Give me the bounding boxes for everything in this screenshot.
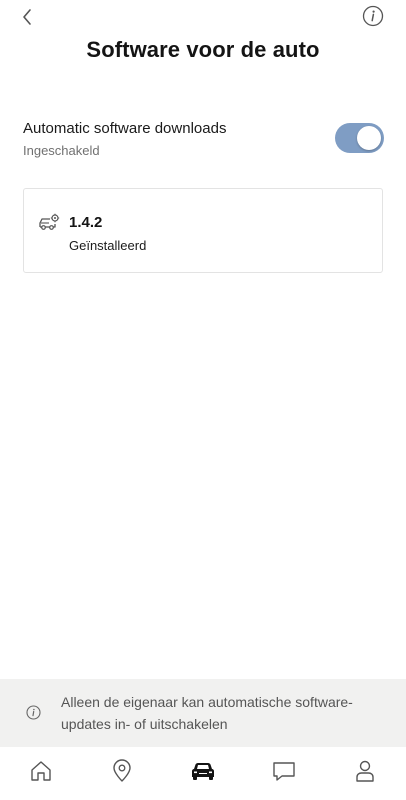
nav-map[interactable] [108, 757, 136, 785]
notice-text: Alleen de eigenaar kan automatische soft… [61, 694, 353, 732]
nav-car[interactable] [189, 757, 217, 785]
person-icon [356, 760, 374, 782]
info-button[interactable] [362, 5, 384, 27]
top-bar [0, 0, 406, 32]
software-version-card: 1.4.2 Geïnstalleerd [23, 188, 383, 273]
toggle-knob [357, 126, 381, 150]
location-pin-icon [113, 759, 131, 782]
back-button[interactable] [14, 4, 40, 30]
owner-notice-banner: Alleen de eigenaar kan automatische soft… [0, 679, 406, 747]
nav-profile[interactable] [351, 757, 379, 785]
chevron-left-icon [23, 9, 31, 25]
home-icon [31, 761, 51, 781]
setting-status: Ingeschakeld [23, 143, 100, 158]
chat-bubble-icon [273, 762, 295, 781]
info-icon [26, 705, 41, 720]
version-number: 1.4.2 [69, 214, 103, 231]
setting-label: Automatic software downloads [23, 120, 227, 137]
page-title: Software voor de auto [86, 37, 320, 62]
info-icon [362, 5, 384, 27]
nav-messages[interactable] [270, 757, 298, 785]
automatic-downloads-setting: Automatic software downloads Ingeschakel… [23, 116, 384, 164]
bottom-navigation [0, 747, 406, 800]
automatic-downloads-toggle[interactable] [335, 123, 384, 153]
version-status: Geïnstalleerd [69, 238, 147, 253]
nav-home[interactable] [27, 757, 55, 785]
car-settings-icon [38, 213, 60, 231]
car-icon [192, 763, 214, 780]
